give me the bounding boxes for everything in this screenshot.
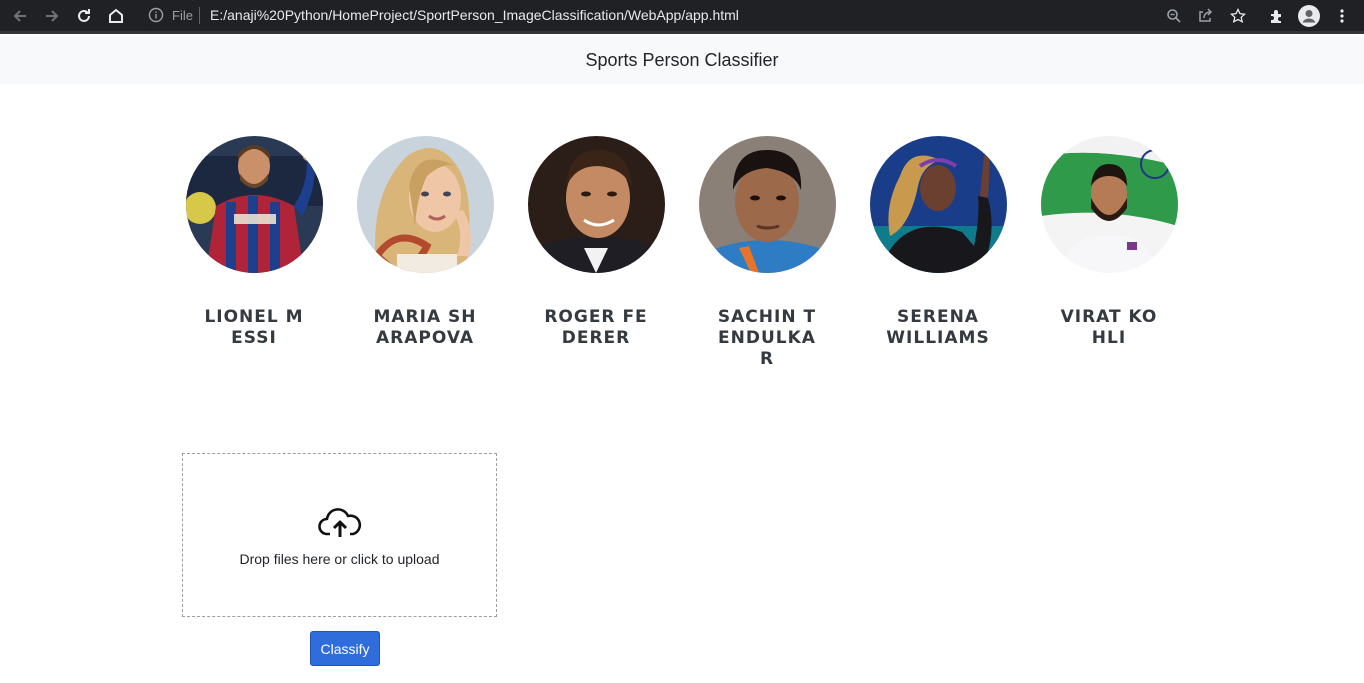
reload-icon [78,9,90,22]
player-name: VIRAT KOHLI [1060,307,1158,348]
profile-avatar-icon[interactable] [1298,5,1320,27]
share-icon[interactable] [1194,5,1216,27]
player-name: LIONEL MESSI [204,307,304,348]
player-photo [527,136,665,273]
arrow-left-icon [13,10,26,22]
home-icon [109,8,123,23]
player-name: SERENA WILLIAMS [886,307,990,348]
player-name: SACHIN TENDULKAR [717,307,817,369]
player-card-sharapova: MARIA SHARAPOVA [355,136,495,349]
app-navbar: Sports Person Classifier [0,36,1364,84]
player-photo [356,136,494,273]
info-icon[interactable] [148,7,164,28]
player-photo [869,136,1007,273]
arrow-right-icon [46,10,59,22]
player-card-messi: LIONEL MESSI [184,136,324,349]
address-divider [199,7,200,24]
dropzone-message: Drop files here or click to upload [239,551,440,567]
menu-kebab-icon[interactable] [1331,5,1353,27]
url-text[interactable]: E:/anaji%20Python/HomeProject/SportPerso… [210,7,739,23]
player-name: ROGER FEDERER [544,307,648,348]
player-card-tendulkar: SACHIN TENDULKAR [697,136,837,370]
player-photo [698,136,836,273]
player-name: MARIA SHARAPOVA [373,307,477,348]
player-card-williams: SERENA WILLIAMS [868,136,1008,349]
back-button[interactable] [7,4,33,28]
cloud-upload-icon [318,508,362,537]
scheme-label: File [172,8,193,23]
classify-button[interactable]: Classify [310,631,380,666]
home-button[interactable] [103,4,129,28]
zoom-icon[interactable] [1163,5,1185,27]
player-card-kohli: VIRAT KOHLI [1039,136,1179,349]
forward-button[interactable] [39,4,65,28]
player-photo [185,136,323,273]
reload-button[interactable] [71,4,97,28]
page-title: Sports Person Classifier [585,49,779,70]
player-card-federer: ROGER FEDERER [526,136,666,349]
player-photo [1040,136,1178,273]
file-dropzone[interactable]: Drop files here or click to upload [182,453,497,617]
star-icon[interactable] [1227,5,1249,27]
extensions-icon[interactable] [1266,5,1288,27]
browser-toolbar: File E:/anaji%20Python/HomeProject/Sport… [0,0,1364,34]
